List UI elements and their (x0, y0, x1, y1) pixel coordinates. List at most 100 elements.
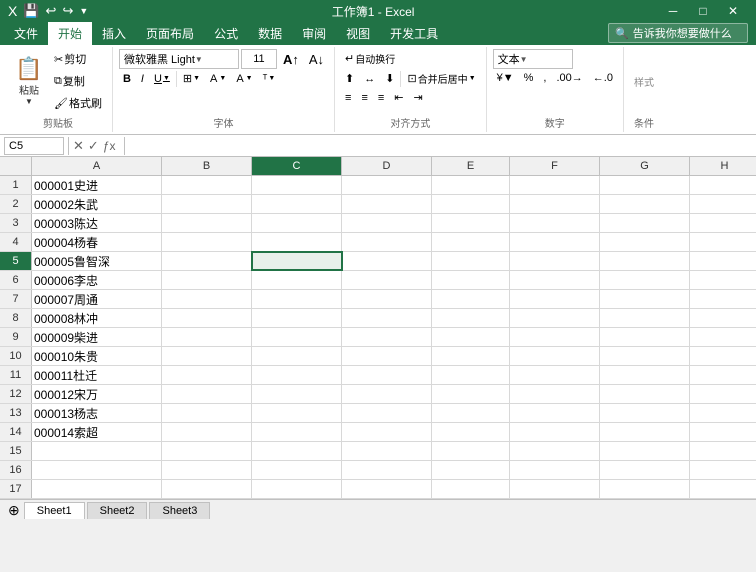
align-center-button[interactable]: ≡ (357, 90, 371, 106)
cell[interactable] (252, 309, 342, 327)
comma-button[interactable]: , (539, 70, 550, 86)
tab-data[interactable]: 数据 (248, 22, 292, 45)
cell[interactable] (252, 328, 342, 346)
cell[interactable] (252, 233, 342, 251)
row-number[interactable]: 17 (0, 480, 32, 498)
cell[interactable] (690, 461, 756, 479)
cell[interactable] (510, 290, 600, 308)
sheet-tab-1[interactable]: Sheet1 (24, 502, 85, 519)
cell[interactable] (342, 214, 432, 232)
quick-undo[interactable]: ↩ (46, 3, 57, 19)
bold-button[interactable]: B (119, 71, 135, 87)
cell[interactable] (432, 442, 510, 460)
cell[interactable] (342, 385, 432, 403)
tab-insert[interactable]: 插入 (92, 22, 136, 45)
cell[interactable] (600, 176, 690, 194)
cell[interactable] (510, 195, 600, 213)
row-number[interactable]: 3 (0, 214, 32, 232)
cell[interactable] (252, 271, 342, 289)
cell[interactable]: 000014索超 (32, 423, 162, 441)
cell[interactable] (600, 328, 690, 346)
cell[interactable] (342, 309, 432, 327)
cell[interactable]: 000011杜迁 (32, 366, 162, 384)
cell[interactable] (690, 442, 756, 460)
cell[interactable] (690, 423, 756, 441)
cell[interactable] (432, 404, 510, 422)
cell-reference-box[interactable]: C5 (4, 137, 64, 155)
cell[interactable] (510, 309, 600, 327)
row-number[interactable]: 12 (0, 385, 32, 403)
cell[interactable] (252, 480, 342, 498)
col-header-g[interactable]: G (600, 157, 690, 175)
cell[interactable] (432, 347, 510, 365)
cell[interactable] (342, 252, 432, 270)
align-top-button[interactable]: ⬆ (341, 70, 358, 87)
cell[interactable] (690, 233, 756, 251)
cell[interactable] (600, 423, 690, 441)
cell[interactable] (600, 366, 690, 384)
cell[interactable] (162, 290, 252, 308)
font-color-button[interactable]: A▼ (232, 71, 256, 87)
tab-developer[interactable]: 开发工具 (380, 22, 448, 45)
cell[interactable] (252, 252, 342, 270)
row-number[interactable]: 14 (0, 423, 32, 441)
cell[interactable]: 000005鲁智深 (32, 252, 162, 270)
row-number[interactable]: 9 (0, 328, 32, 346)
paste-button[interactable]: 📋 粘贴 ▼ (10, 55, 48, 107)
cell[interactable]: 000008林冲 (32, 309, 162, 327)
cell[interactable] (162, 347, 252, 365)
tab-review[interactable]: 审阅 (292, 22, 336, 45)
cell[interactable] (432, 309, 510, 327)
cell[interactable] (162, 480, 252, 498)
cell[interactable] (32, 461, 162, 479)
cut-button[interactable]: ✂ 剪切 (50, 49, 106, 69)
cell[interactable] (162, 442, 252, 460)
row-number[interactable]: 1 (0, 176, 32, 194)
cell[interactable]: 000009柴进 (32, 328, 162, 346)
cell[interactable] (432, 385, 510, 403)
cell[interactable] (510, 233, 600, 251)
cell[interactable] (600, 290, 690, 308)
col-header-a[interactable]: A (32, 157, 162, 175)
tab-home[interactable]: 开始 (48, 22, 92, 45)
cell[interactable] (162, 176, 252, 194)
cell[interactable] (252, 290, 342, 308)
cell[interactable]: 000010朱贵 (32, 347, 162, 365)
cell[interactable] (690, 290, 756, 308)
cell[interactable] (510, 347, 600, 365)
cell[interactable] (432, 252, 510, 270)
align-left-button[interactable]: ≡ (341, 90, 355, 106)
merge-center-button[interactable]: ⊡ 合并后居中 ▼ (403, 69, 479, 88)
close-button[interactable]: ✕ (718, 0, 748, 22)
cell[interactable]: 000012宋万 (32, 385, 162, 403)
increase-decimal-button[interactable]: .00→ (552, 70, 586, 86)
cell[interactable] (510, 404, 600, 422)
row-number[interactable]: 6 (0, 271, 32, 289)
cell[interactable] (432, 461, 510, 479)
cell[interactable] (162, 271, 252, 289)
search-box[interactable]: 🔍 告诉我你想要做什么 (608, 23, 748, 43)
format-painter-button[interactable]: 🖌 格式刷 (50, 93, 106, 113)
cell[interactable] (690, 195, 756, 213)
cell[interactable] (252, 176, 342, 194)
cell[interactable] (432, 195, 510, 213)
copy-button[interactable]: ⧉ 复制 (50, 71, 106, 91)
cell[interactable] (600, 347, 690, 365)
cell[interactable]: 000002朱武 (32, 195, 162, 213)
insert-function-icon[interactable]: ƒx (103, 139, 116, 153)
cell[interactable] (252, 366, 342, 384)
cell[interactable] (162, 366, 252, 384)
cancel-formula-icon[interactable]: ✕ (73, 138, 84, 154)
confirm-formula-icon[interactable]: ✓ (88, 138, 99, 154)
row-number[interactable]: 7 (0, 290, 32, 308)
sheet-tab-3[interactable]: Sheet3 (149, 502, 210, 519)
cell[interactable] (510, 214, 600, 232)
cell[interactable] (432, 271, 510, 289)
quick-redo[interactable]: ↪ (62, 3, 73, 19)
cell[interactable] (510, 366, 600, 384)
currency-button[interactable]: ¥▼ (493, 70, 518, 86)
border-button[interactable]: ⊞▼ (179, 70, 204, 87)
cell[interactable] (162, 385, 252, 403)
number-format-box[interactable]: 文本 ▼ (493, 49, 573, 69)
align-right-button[interactable]: ≡ (374, 90, 388, 106)
